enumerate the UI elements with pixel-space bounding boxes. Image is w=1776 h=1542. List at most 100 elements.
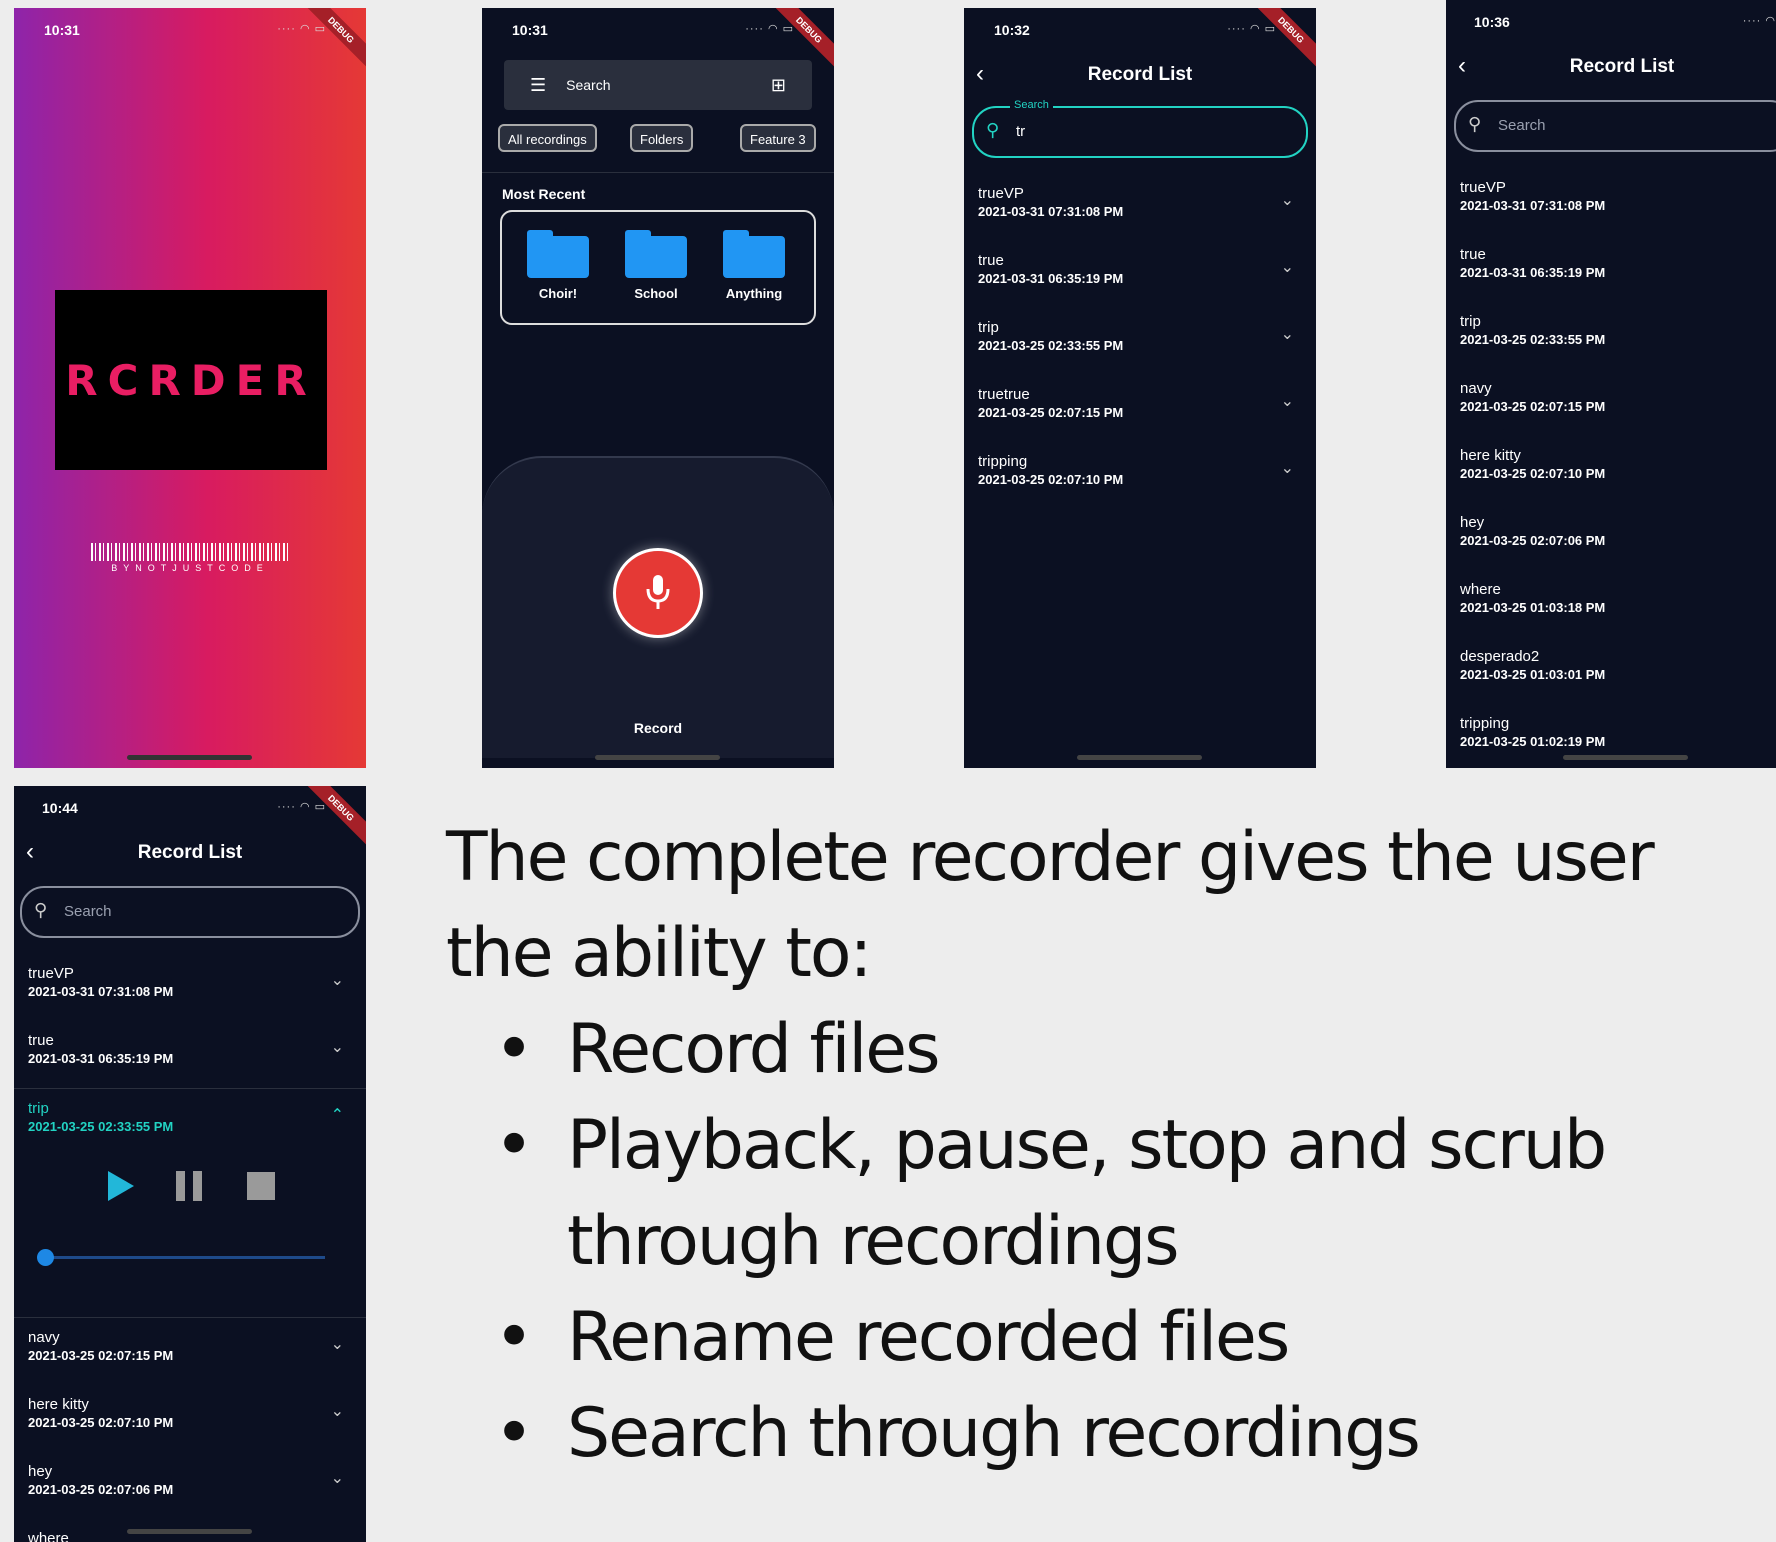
list-item[interactable]: navy 2021-03-25 02:07:15 PM [1446, 369, 1776, 436]
new-folder-icon[interactable]: ⊞ [771, 75, 786, 96]
record-name: hey [28, 1463, 53, 1480]
list-item[interactable]: trueVP 2021-03-31 07:31:08 PM ⌄ [14, 954, 366, 1021]
record-name: trueVP [978, 185, 1024, 202]
page-title: Record List [1087, 64, 1193, 85]
status-time: 10:36 [1474, 14, 1510, 30]
list-item[interactable]: here kitty 2021-03-25 02:07:10 PM [1446, 436, 1776, 503]
search-icon: ⚲ [1468, 114, 1482, 134]
chevron-down-icon[interactable]: ⌄ [1281, 257, 1294, 277]
search-input[interactable]: ⚲ Search [20, 886, 360, 938]
barcode-caption: BYNOTJUSTCODE [111, 563, 269, 573]
chevron-down-icon[interactable]: ⌄ [331, 1334, 344, 1354]
pause-icon[interactable] [174, 1169, 204, 1203]
feature-item: Playback, pause, stop and scrub through … [446, 1098, 1667, 1290]
folder-label: Choir! [538, 286, 578, 301]
chevron-down-icon[interactable]: ⌄ [331, 1468, 344, 1488]
feature-list: Record files Playback, pause, stop and s… [446, 1002, 1776, 1482]
record-list: trueVP 2021-03-31 07:31:08 PM ⌄ true 202… [14, 954, 366, 1542]
expanded-item[interactable]: trip 2021-03-25 02:33:55 PM ⌃ [14, 1088, 366, 1318]
list-item[interactable]: true 2021-03-31 06:35:19 PM [1446, 235, 1776, 302]
list-item[interactable]: where 2021-03-25 01:03:18 PM [1446, 570, 1776, 637]
home-indicator[interactable] [127, 1529, 252, 1534]
record-name: where [28, 1530, 69, 1542]
barcode-icon [91, 543, 289, 561]
folder-anything[interactable]: Anything [709, 230, 799, 301]
microphone-icon [646, 575, 670, 609]
record-name: tripping [1460, 715, 1510, 732]
list-item[interactable]: true 2021-03-31 06:35:19 PM ⌄ [14, 1021, 366, 1088]
feature-item: Search through recordings [446, 1386, 1776, 1482]
play-icon[interactable] [106, 1169, 136, 1203]
scrub-slider[interactable] [45, 1256, 325, 1259]
chevron-down-icon[interactable]: ⌄ [1281, 391, 1294, 411]
list-item[interactable]: tripping 2021-03-25 02:07:10 PM ⌄ [964, 442, 1316, 509]
home-indicator[interactable] [127, 755, 252, 760]
chevron-down-icon[interactable]: ⌄ [331, 1401, 344, 1421]
list-item[interactable]: true 2021-03-31 06:35:19 PM ⌄ [964, 241, 1316, 308]
record-list-screen: 10:36 ···· ◠ ‹ Record List ⚲ Search true… [1446, 0, 1776, 768]
record-button[interactable] [613, 548, 703, 638]
search-input[interactable]: ⚲ Search [1454, 100, 1776, 152]
folder-label: Anything [725, 286, 783, 301]
search-bar[interactable]: ☰ Search ⊞ [504, 60, 812, 110]
record-date: 2021-03-25 02:07:15 PM [28, 1348, 174, 1363]
record-name: trip [28, 1100, 49, 1117]
chip-feature-3[interactable]: Feature 3 [740, 124, 816, 152]
most-recent-label: Most Recent [502, 186, 586, 202]
chip-all-recordings[interactable]: All recordings [498, 124, 597, 152]
list-item[interactable]: hey 2021-03-25 02:07:06 PM ⌄ [14, 1452, 366, 1519]
list-item[interactable]: hey 2021-03-25 02:07:06 PM [1446, 503, 1776, 570]
scrub-handle[interactable] [37, 1249, 54, 1266]
folder-choir[interactable]: Choir! [513, 230, 603, 301]
search-placeholder: Search [64, 903, 112, 920]
status-time: 10:31 [512, 22, 548, 38]
list-item[interactable]: trueVP 2021-03-31 07:31:08 PM ⌄ [964, 174, 1316, 241]
chevron-down-icon[interactable]: ⌄ [331, 1037, 344, 1057]
search-input[interactable]: Search ⚲ tr [972, 99, 1308, 158]
app-logo: RCRDER [55, 290, 327, 470]
list-item[interactable]: desperado2 2021-03-25 01:03:01 PM [1446, 637, 1776, 704]
chevron-down-icon[interactable]: ⌄ [1281, 190, 1294, 210]
record-date: 2021-03-25 02:07:15 PM [978, 405, 1124, 420]
record-date: 2021-03-31 07:31:08 PM [28, 984, 174, 999]
list-item[interactable]: truetrue 2021-03-25 02:07:15 PM ⌄ [964, 375, 1316, 442]
chevron-down-icon[interactable]: ⌄ [1281, 458, 1294, 478]
record-name: trip [978, 319, 999, 336]
record-list: trueVP 2021-03-31 07:31:08 PM true 2021-… [1446, 168, 1776, 768]
record-date: 2021-03-25 02:07:10 PM [1460, 466, 1606, 481]
list-item[interactable]: trip 2021-03-25 02:33:55 PM [1446, 302, 1776, 369]
record-date: 2021-03-25 02:07:10 PM [978, 472, 1124, 487]
menu-icon[interactable]: ☰ [530, 75, 546, 96]
record-name: true [1460, 246, 1486, 263]
stop-icon[interactable] [246, 1169, 276, 1203]
record-date: 2021-03-31 06:35:19 PM [1460, 265, 1606, 280]
chevron-up-icon[interactable]: ⌃ [331, 1105, 344, 1125]
list-item[interactable]: here kitty 2021-03-25 02:07:10 PM ⌄ [14, 1385, 366, 1452]
chevron-down-icon[interactable]: ⌄ [1281, 324, 1294, 344]
record-name: navy [1460, 380, 1492, 397]
chip-folders[interactable]: Folders [630, 124, 694, 152]
list-item[interactable]: trueVP 2021-03-31 07:31:08 PM [1446, 168, 1776, 235]
list-item[interactable]: trip 2021-03-25 02:33:55 PM ⌄ [964, 308, 1316, 375]
folder-school[interactable]: School [611, 230, 701, 301]
record-name: navy [28, 1329, 60, 1346]
description-intro: The complete recorder gives the user the… [446, 818, 1655, 993]
home-indicator[interactable] [595, 755, 720, 760]
chevron-down-icon[interactable]: ⌄ [331, 970, 344, 990]
record-name: where [1460, 581, 1501, 598]
search-placeholder: Search [1498, 117, 1546, 134]
search-icon: ⚲ [986, 120, 1000, 140]
search-value: tr [1016, 123, 1026, 140]
record-date: 2021-03-25 02:07:15 PM [1460, 399, 1606, 414]
list-item[interactable]: navy 2021-03-25 02:07:15 PM ⌄ [14, 1318, 366, 1385]
record-name: here kitty [28, 1396, 89, 1413]
feature-item: Rename recorded files [446, 1290, 1776, 1386]
record-date: 2021-03-25 02:33:55 PM [978, 338, 1124, 353]
feature-description: The complete recorder gives the user the… [446, 810, 1776, 1482]
home-indicator[interactable] [1077, 755, 1202, 760]
status-icons: ···· ◠ ▭ [745, 23, 794, 35]
record-list: trueVP 2021-03-31 07:31:08 PM ⌄ true 202… [964, 174, 1316, 509]
status-time: 10:44 [42, 800, 78, 816]
home-indicator[interactable] [1563, 755, 1688, 760]
status-icons: ···· ◠ ▭ [277, 801, 326, 813]
